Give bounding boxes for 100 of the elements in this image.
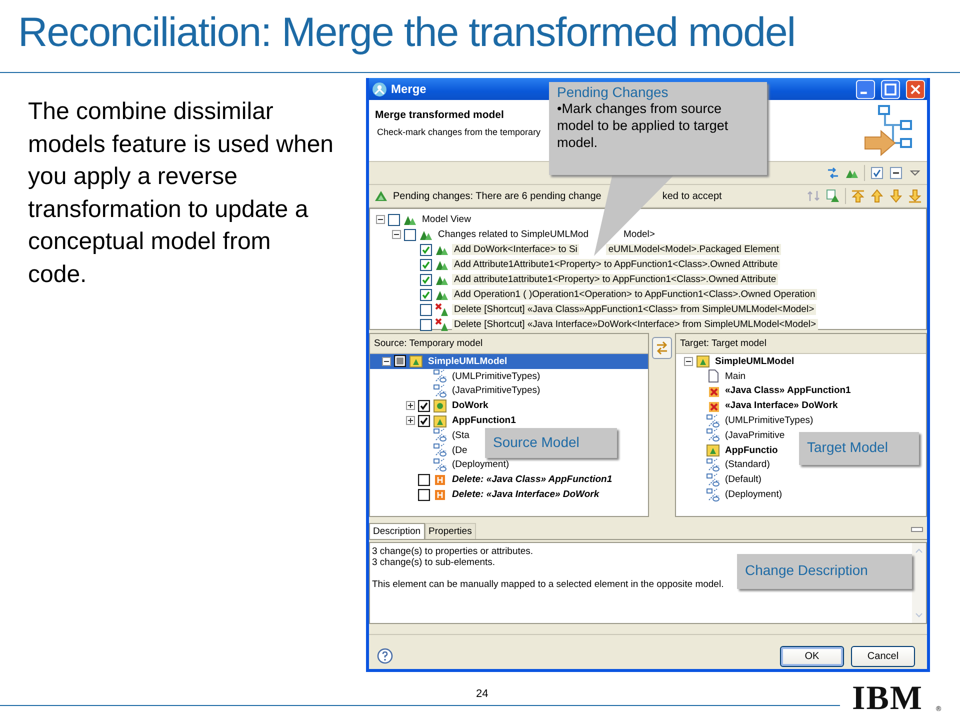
tree-item[interactable]: (UMLPrimitiveTypes) [450,370,542,382]
tree-item[interactable]: (Sta [450,430,472,441]
change-item[interactable]: Delete [Shortcut] «Java Interface»DoWork<Interface> from SimpleUMLModel<Model> [452,319,818,330]
expand-icon[interactable] [406,416,415,426]
collapse-icon[interactable] [684,356,693,366]
tree-item[interactable]: SimpleUMLModel [713,356,796,367]
checkbox-icon[interactable] [870,166,884,180]
collapse-icon[interactable] [889,166,903,180]
link-icon [433,443,447,458]
tab[interactable]: Properties [424,523,476,539]
change-item[interactable]: eUMLModel<Model>.Packaged Element [606,244,781,255]
package-icon [409,354,423,368]
help-icon[interactable] [377,648,393,664]
checkbox[interactable] [418,474,430,486]
description-text: This element can be manually mapped to a selected element in the opposite model. [372,579,725,590]
swap-button[interactable] [652,337,672,359]
link-icon [706,472,720,487]
body-text: The combine dissimilar models feature is used when you apply a reverse transformation to update a conceptual model from code. [28,97,334,290]
link-icon [433,428,447,442]
change-item[interactable]: Add attribute1attribute1<Property> to AppFunction1<Class>.Owned Attribute [452,274,778,285]
callout-text: •Mark changes from source model to be applied to target model. [557,100,730,151]
checkbox[interactable] [420,304,432,316]
marker-icon [433,472,447,487]
tree-item[interactable]: (UMLPrimitiveTypes) [723,415,816,426]
link-icon [433,369,447,384]
change-item[interactable]: Add DoWork<Interface> to Si [452,244,580,255]
tree-item[interactable]: (Standard) [723,459,772,470]
link-icon [433,458,447,472]
arrows-icon[interactable] [826,166,840,180]
maximize-button[interactable] [881,80,900,98]
link-icon [433,384,447,398]
cross-icon [435,318,449,332]
tree-item[interactable]: «Java Interface» DoWork [723,400,840,412]
dialog-button[interactable]: OK [780,646,844,666]
expand-icon[interactable] [406,401,415,410]
checkbox[interactable] [420,318,432,330]
link-icon [706,428,720,442]
header-text: Check-mark changes from the temporary [377,127,541,137]
package-icon [706,443,720,458]
pending-message: ked to accept [662,190,722,202]
minimize-icon[interactable] [911,527,923,533]
page-number: 24 [476,688,488,700]
tree-item[interactable]: (Deployment) [723,489,784,500]
checkbox[interactable] [420,244,432,256]
change-item[interactable]: Changes related to SimpleUMLMod [436,229,590,240]
change-item[interactable]: Model View [420,214,473,225]
pane-header: Source: Temporary model [373,337,484,351]
checkbox[interactable] [420,288,432,300]
tree-item[interactable]: Delete: «Java Class» AppFunction1 [450,474,614,486]
scrollbar[interactable] [912,543,926,623]
app-icon [372,82,387,96]
tree-item[interactable]: (Default) [723,474,764,486]
arrows-icon [655,341,669,355]
triangles-icon[interactable] [826,189,840,203]
tree-item[interactable]: AppFunctio [723,444,780,456]
tree-item[interactable]: (JavaPrimitiveTypes) [450,385,542,396]
tab[interactable]: Description [369,523,425,539]
change-item[interactable]: Add Operation1 ( )Operation1<Operation> to AppFunction1<Class>.Owned Operation [452,289,818,300]
tree-item[interactable]: (JavaPrimitive [723,430,787,441]
pane-header: Target: Target model [679,337,768,351]
collapse-icon[interactable] [376,215,385,224]
dialog-button[interactable]: Cancel [851,646,915,666]
link-icon [706,458,720,472]
package-icon [433,414,447,428]
package-icon [696,354,710,368]
minimize-button[interactable] [856,80,875,98]
cross-icon [435,302,449,316]
collapse-icon[interactable] [392,230,401,239]
checkbox[interactable] [420,258,432,270]
change-item[interactable]: Delete [Shortcut] «Java Class»AppFunction1<Class> from SimpleUMLModel<Model> [452,304,816,315]
callout-title: Change Description [745,562,869,578]
triangles-icon [374,189,388,203]
checkbox[interactable] [394,355,406,368]
checkbox[interactable] [404,228,416,240]
checkbox[interactable] [418,400,430,412]
change-item[interactable]: Model> [622,229,657,240]
page-icon [706,369,720,384]
callout-title: Target Model [807,439,889,455]
checkbox[interactable] [418,414,430,427]
slide-title: Reconciliation: Merge the transformed model [17,8,796,57]
tree-item[interactable]: Delete: «Java Interface» DoWork [450,489,602,500]
link-icon [706,414,720,428]
checkbox[interactable] [388,214,400,226]
header-title: Merge transformed model [375,109,504,121]
collapse-icon[interactable] [382,356,391,366]
tree-item[interactable]: (De [450,444,470,456]
logo: IBM [852,680,923,718]
close-button[interactable] [906,80,925,98]
callout-title: Source Model [493,434,580,450]
change-item[interactable]: Add Attribute1Attribute1<Property> to AppFunction1<Class>.Owned Attribute [452,259,780,270]
checkbox[interactable] [418,488,430,501]
tree-item[interactable]: Main [723,370,748,382]
tree-item[interactable]: DoWork [450,400,490,412]
checkbox[interactable] [420,274,432,286]
tree-item[interactable]: (Deployment) [450,459,512,470]
tree-item[interactable]: AppFunction1 [450,415,518,426]
callout-title: Pending Changes [557,84,670,100]
marker-icon [433,488,447,502]
description-text: 3 change(s) to properties or attributes. 3 change(s) to sub-elements. [372,546,534,568]
tree-item[interactable]: «Java Class» AppFunction1 [723,385,853,396]
